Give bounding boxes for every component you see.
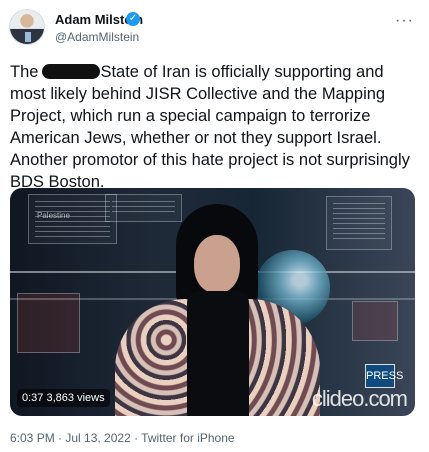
watermark: clideo.com (311, 386, 408, 411)
video-views: 3,863 views (46, 392, 105, 404)
video-duration-views: 0:37 3,863 views (17, 389, 110, 407)
user-avatar[interactable] (9, 9, 45, 45)
palestine-label: Palestine (37, 211, 70, 220)
video-duration: 0:37 (22, 392, 44, 404)
more-options-icon[interactable]: ··· (395, 12, 414, 30)
map-panel-right (352, 301, 398, 341)
redaction-mark (42, 64, 101, 79)
station-logo: PRESS (365, 364, 403, 388)
tweet-text-part-1: The (10, 63, 39, 81)
black-underlayer (187, 291, 249, 416)
tweet-video[interactable]: Palestine PRESS 0:37 3,863 views clideo.… (10, 188, 415, 416)
tweet-text-part-2: State of Iran is officially supporting a… (10, 63, 410, 191)
user-handle[interactable]: @AdamMilstein (55, 30, 139, 44)
verified-icon: ✓ (126, 12, 140, 26)
tweet-text: The State of Iran is officially supportin… (10, 61, 415, 193)
map-panel-left (17, 293, 80, 353)
tweet-meta[interactable]: 6:03 PM · Jul 13, 2022 · Twitter for iPh… (10, 431, 235, 445)
presenter-face (194, 235, 240, 293)
presenter (115, 204, 320, 416)
news-panel-right (326, 196, 392, 250)
